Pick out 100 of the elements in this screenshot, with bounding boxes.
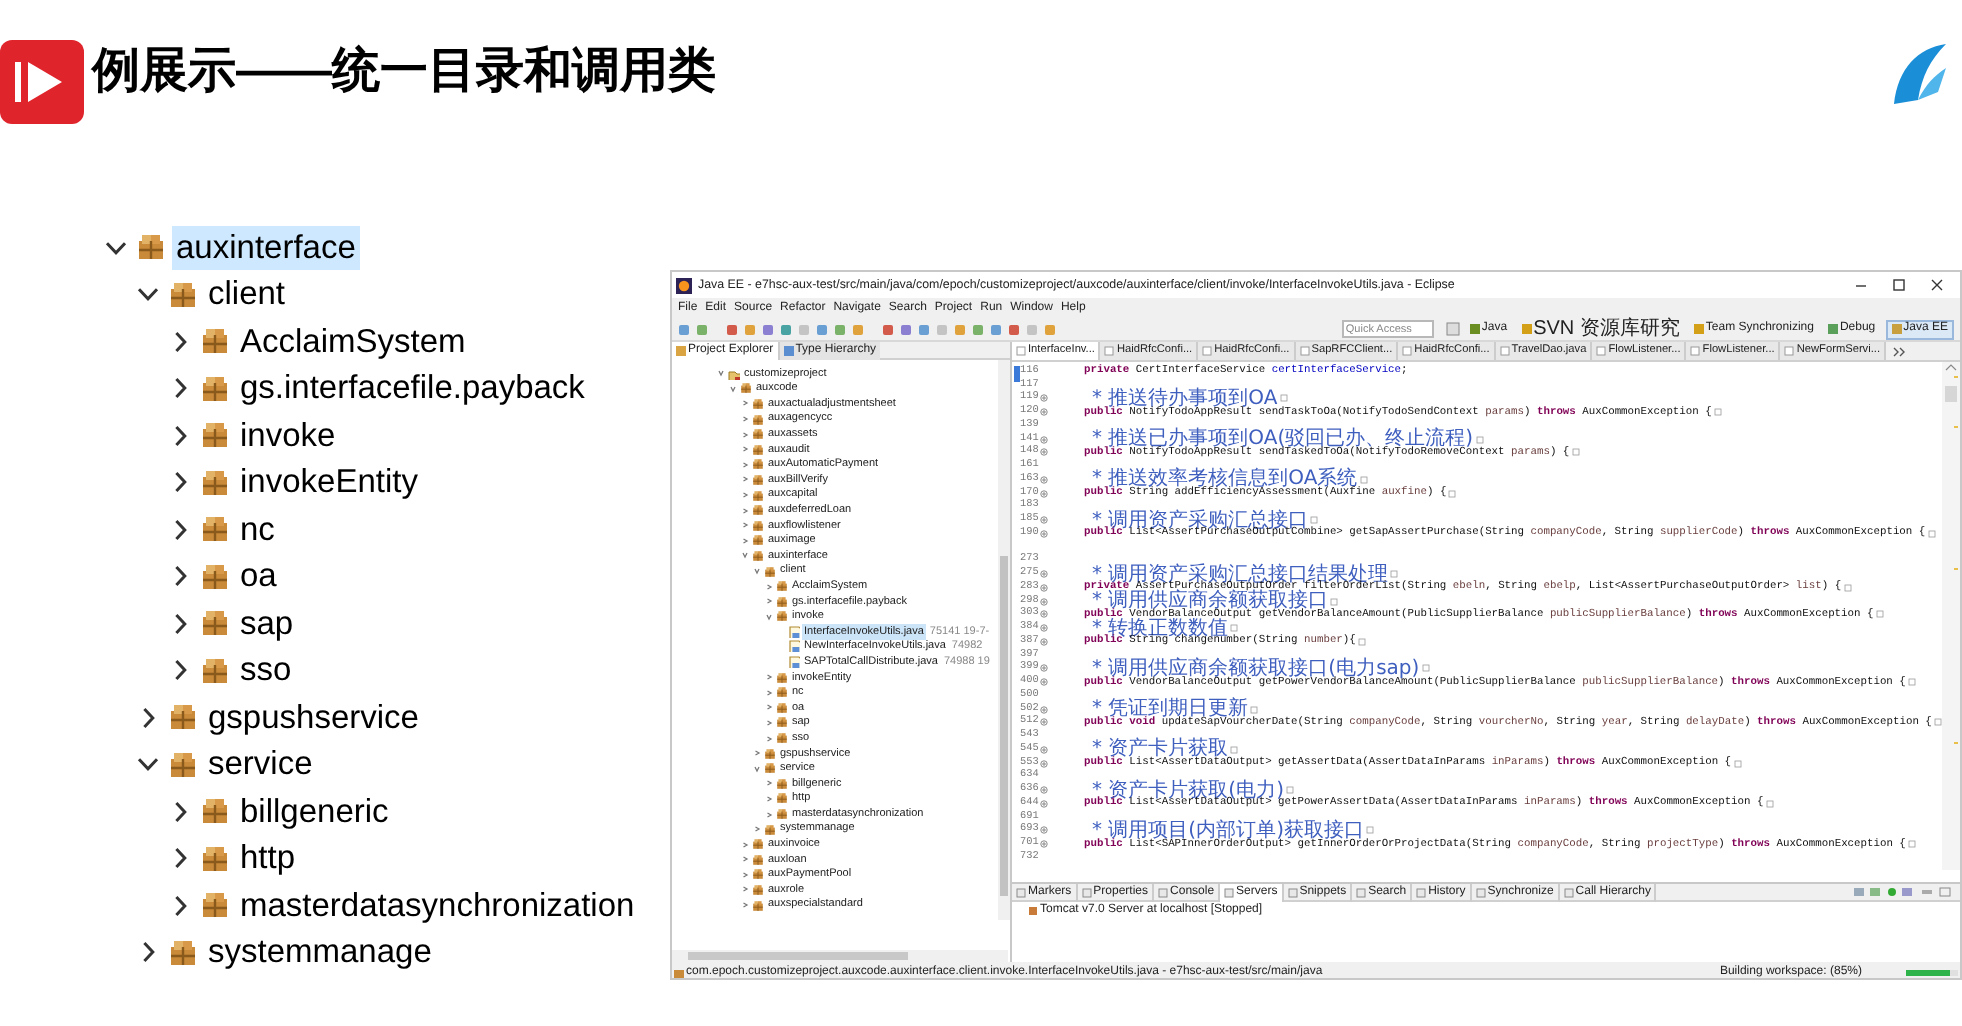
tab-icon [783, 345, 794, 355]
package-tree-item[interactable]: auxinterface [172, 225, 360, 270]
view-toolbar-icon[interactable] [1854, 886, 1954, 898]
perspective-icon [1827, 324, 1838, 334]
fold-icon[interactable] [1040, 745, 1049, 754]
fold-icon[interactable] [1040, 840, 1049, 849]
package-tree-item[interactable]: AcclaimSystem [236, 319, 470, 364]
fold-icon[interactable] [1040, 718, 1049, 727]
package-icon [168, 937, 198, 968]
fold-icon[interactable] [1040, 786, 1049, 795]
fold-icon[interactable] [1040, 408, 1049, 417]
code-comment: * 资产卡片获取 [1092, 742, 1229, 757]
package-tree-item[interactable]: client [204, 272, 290, 317]
package-tree-item[interactable]: systemmanage [204, 930, 436, 975]
maximize-icon[interactable] [1892, 278, 1906, 292]
package-tree-item[interactable]: service [204, 742, 317, 787]
package-icon [200, 796, 230, 827]
fold-icon[interactable] [1040, 475, 1049, 484]
fold-icon[interactable] [1040, 610, 1049, 619]
folded-code-icon [1875, 610, 1884, 619]
fold-icon[interactable] [1040, 759, 1049, 768]
close-icon[interactable] [1930, 278, 1944, 292]
code-comment: * 调用资产采购汇总接口 [1092, 513, 1309, 528]
folded-code-icon [1390, 570, 1399, 579]
package-icon [200, 420, 230, 451]
tab-icon [676, 345, 686, 355]
java-file-icon [1690, 346, 1701, 356]
package-tree-item[interactable]: sso [236, 648, 296, 693]
package-icon [200, 514, 230, 545]
package-icon [200, 655, 230, 686]
fold-icon[interactable] [1040, 394, 1049, 403]
code-comment: * 调用供应商余额获取接口(电力sap) [1092, 661, 1420, 676]
folded-code-icon [1733, 759, 1742, 768]
package-icon [200, 326, 230, 357]
code-comment: * 转换正数数值 [1092, 621, 1229, 636]
java-file-icon [1499, 346, 1510, 356]
package-tree-item[interactable]: sap [236, 601, 298, 646]
fold-icon[interactable] [1040, 583, 1049, 592]
folded-code-icon [1365, 826, 1374, 835]
folded-code-icon [1230, 745, 1239, 754]
package-icon [752, 899, 764, 912]
folded-code-icon [1927, 529, 1936, 538]
perspective-icon [1521, 324, 1532, 334]
package-icon [168, 749, 198, 780]
folded-code-icon [1359, 475, 1368, 484]
fold-icon[interactable] [1040, 664, 1049, 673]
package-icon [168, 702, 198, 733]
fold-icon[interactable] [1040, 705, 1049, 714]
java-file-icon [1784, 346, 1795, 356]
horizontal-scrollbar-icon[interactable] [672, 950, 1008, 962]
fold-icon[interactable] [1040, 799, 1049, 808]
package-icon [674, 967, 684, 977]
code-comment: * 凭证到期日更新 [1092, 702, 1249, 717]
package-icon [200, 373, 230, 404]
fold-icon[interactable] [1040, 678, 1049, 687]
package-tree-item[interactable]: oa [236, 554, 281, 599]
perspective-icon [1891, 324, 1902, 334]
package-tree-item[interactable]: invoke [236, 413, 340, 458]
fold-icon[interactable] [1040, 529, 1049, 538]
folded-code-icon [1765, 799, 1774, 808]
folded-code-icon [1250, 705, 1259, 714]
java-file-icon [788, 656, 800, 669]
fold-icon[interactable] [1040, 489, 1049, 498]
eclipse-app-icon [676, 277, 692, 293]
folded-code-icon [1713, 408, 1722, 417]
folded-code-icon [1571, 448, 1580, 457]
perspective-button[interactable]: SVN 资源库研究 [1517, 319, 1684, 339]
project-icon [728, 367, 740, 380]
fold-icon[interactable] [1040, 570, 1049, 579]
fold-icon[interactable] [1040, 516, 1049, 525]
more-tabs-icon[interactable] [1892, 345, 1909, 357]
slide-title: 例展示——统一目录和调用类 [92, 42, 716, 102]
fold-icon[interactable] [1040, 637, 1049, 646]
code-comment: * 调用资产采购汇总接口结果处理 [1092, 567, 1389, 582]
code-comment: * 推送待办事项到OA [1092, 391, 1278, 406]
perspective-icon [1693, 324, 1704, 334]
folded-code-icon [1230, 624, 1239, 633]
vertical-scrollbar-icon[interactable] [998, 360, 1010, 920]
folded-code-icon [1285, 786, 1294, 795]
package-tree-item[interactable]: invokeEntity [236, 460, 422, 505]
fold-icon[interactable] [1040, 435, 1049, 444]
package-tree-item[interactable]: masterdatasynchronization [236, 883, 639, 928]
java-file-icon [1596, 346, 1607, 356]
package-icon [136, 232, 166, 263]
package-tree-item[interactable]: gspushservice [204, 695, 423, 740]
package-tree-item[interactable]: gs.interfacefile.payback [236, 366, 589, 411]
code-comment: * 推送已办事项到OA(驳回已办、终止流程) [1092, 432, 1474, 447]
progress-bar [1906, 969, 1958, 975]
fold-icon[interactable] [1040, 448, 1049, 457]
fold-icon[interactable] [1040, 826, 1049, 835]
folded-code-icon [1279, 394, 1288, 403]
java-file-icon [1299, 346, 1310, 356]
package-tree-item[interactable]: nc [236, 507, 279, 552]
fold-icon[interactable] [1040, 624, 1049, 633]
package-tree-item[interactable]: billgeneric [236, 789, 393, 834]
fold-icon[interactable] [1040, 597, 1049, 606]
java-file-icon [1402, 346, 1413, 356]
package-tree-item[interactable]: http [236, 836, 300, 881]
code-comment: * 调用供应商余额获取接口 [1092, 594, 1329, 609]
code-comment: * 调用项目(内部订单)获取接口 [1092, 823, 1364, 838]
